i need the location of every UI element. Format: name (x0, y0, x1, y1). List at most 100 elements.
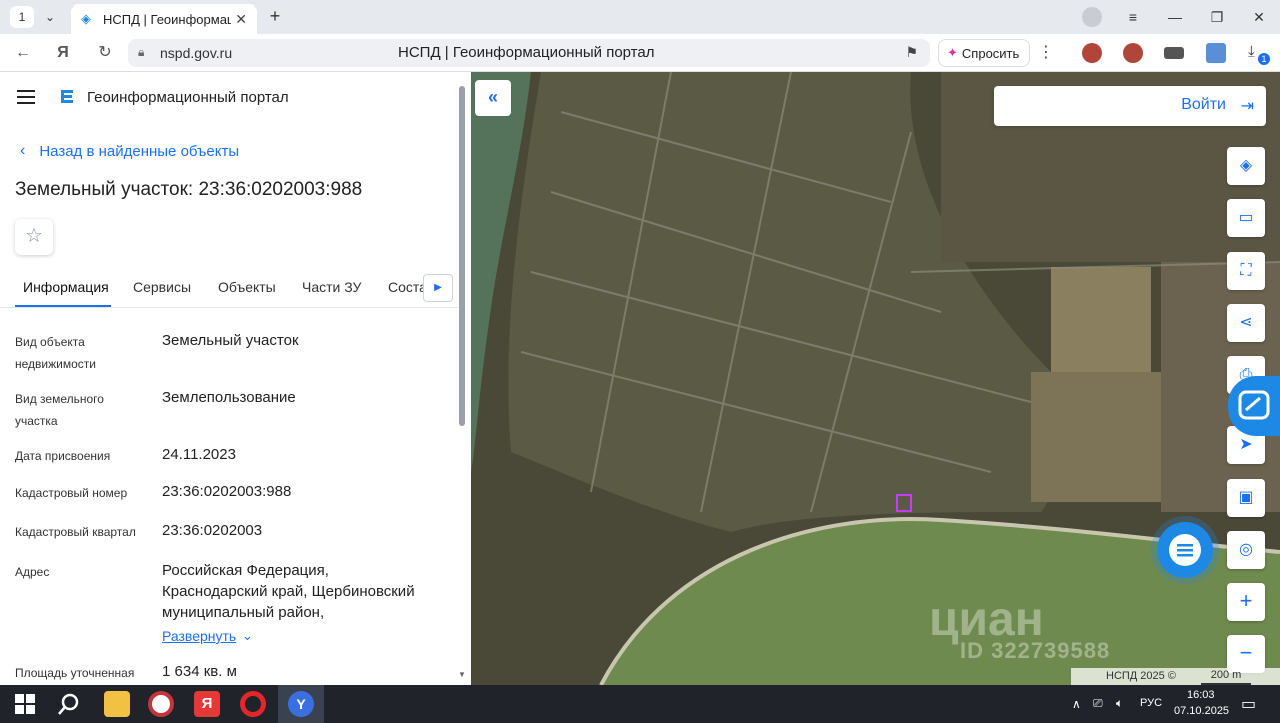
property-value: 23:36:0202003 (162, 520, 262, 541)
tab-list-button[interactable]: ⌄ (37, 6, 63, 28)
value-line: Краснодарский край, Щербиновский (162, 583, 415, 600)
hamburger-menu-icon[interactable] (17, 90, 35, 104)
restore-icon[interactable]: ❐ (1196, 9, 1238, 26)
extension-1-icon[interactable] (1082, 43, 1102, 63)
login-arrow-icon: ⇥ (1240, 98, 1254, 115)
value-line: 23:36:0202003:988 (162, 483, 292, 500)
yandex-icon[interactable]: Я (52, 42, 74, 64)
chat-icon (1169, 534, 1201, 566)
property-value: Земельный участок (162, 330, 299, 351)
yandex-app-icon[interactable]: Я (194, 691, 220, 717)
tab-composition[interactable]: Соста (388, 279, 427, 295)
opera-icon[interactable] (240, 691, 266, 717)
ruler-icon: ▭ (1238, 209, 1254, 226)
scale-bar: 200 m (1201, 668, 1251, 685)
property-value: 23:36:0202003:988 (162, 481, 291, 502)
page-title-in-url: НСПД | Геоинформационный портал (398, 44, 655, 61)
label-line: участка (15, 414, 58, 428)
extension-4-icon[interactable] (1206, 43, 1226, 63)
assistant-side-badge[interactable] (1228, 376, 1280, 436)
tab-counter[interactable]: 1 (10, 6, 34, 28)
browser-tab-strip: 1 ⌄ ◈ НСПД | Геоинформаци ✕ + ≡ — ❐ ✕ (0, 0, 1280, 34)
close-window-icon[interactable]: ✕ (1238, 9, 1280, 26)
share-button[interactable]: ⋖ (1227, 304, 1265, 342)
portal-name: Геоинформационный портал (87, 89, 289, 106)
yandex-browser-icon[interactable]: Y (288, 691, 314, 717)
satellite-map (471, 72, 1280, 685)
browser-tab-active[interactable]: ◈ НСПД | Геоинформаци ✕ (71, 4, 257, 34)
area-search-icon: ⛶ (1240, 262, 1252, 279)
network-icon[interactable]: ⎚ (1093, 696, 1103, 711)
file-explorer-icon[interactable] (104, 691, 130, 717)
tab-services[interactable]: Сервисы (133, 279, 191, 295)
favorite-star-button[interactable]: ☆ (15, 219, 53, 255)
downloads-icon[interactable]: ⤓ 1 (1248, 43, 1270, 65)
lock-icon: 🔒︎ (138, 45, 145, 59)
scroll-down-arrow-icon[interactable]: ▼ (458, 670, 466, 679)
property-label: Адрес (15, 561, 49, 583)
label-line: Вид объекта (15, 335, 85, 349)
reload-icon[interactable]: ↻ (94, 42, 116, 64)
tab-parts[interactable]: Части ЗУ (302, 279, 361, 295)
portal-logo-icon (61, 90, 73, 103)
back-arrow-icon[interactable]: ← (12, 42, 34, 64)
windows-start-icon[interactable] (12, 691, 38, 717)
label-line: Адрес (15, 565, 50, 579)
minimize-icon[interactable]: — (1154, 9, 1196, 25)
tab-information[interactable]: Информация (23, 279, 109, 295)
clock-date[interactable]: 07.10.2025 (1174, 705, 1229, 717)
chevron-down-icon[interactable]: ⌄ (242, 628, 253, 644)
tray-chevron-up-icon[interactable]: ∧ (1072, 697, 1081, 711)
collapse-sidebar-button[interactable]: « (475, 80, 511, 116)
ask-button[interactable]: ✦ Спросить (938, 39, 1030, 67)
info-sidebar: Геоинформационный портал ‹ Назад в найде… (0, 72, 470, 685)
value-line: муниципальный район, (162, 604, 325, 621)
clock-time[interactable]: 16:03 (1187, 689, 1215, 701)
attribution-text: НСПД 2025 © (1106, 670, 1176, 682)
extension-3-icon[interactable] (1164, 47, 1184, 59)
chevron-left-icon: ‹ (20, 142, 26, 159)
minimap-button[interactable]: ▣ (1227, 479, 1265, 517)
value-line: 24.11.2023 (162, 446, 236, 463)
label-line: Дата присвоения (15, 449, 111, 463)
value-line: 1 634 кв. м (162, 663, 237, 680)
property-label: Дата присвоения (15, 445, 110, 467)
nspd-favicon-icon: ◈ (81, 11, 91, 26)
profile-avatar-icon[interactable] (1082, 7, 1102, 27)
login-label: Войти (1181, 96, 1226, 113)
property-value: Российская Федерация, Краснодарский край… (162, 560, 415, 623)
search-icon[interactable] (56, 691, 82, 717)
notifications-icon[interactable]: ▭ (1241, 694, 1256, 714)
tabs-scroll-right-button[interactable]: ▶ (423, 274, 453, 302)
layers-button[interactable]: ◈ (1227, 147, 1265, 185)
close-tab-icon[interactable]: ✕ (235, 11, 247, 28)
tab-objects[interactable]: Объекты (218, 279, 276, 295)
back-to-results-link[interactable]: ‹ Назад в найденные объекты (20, 142, 239, 160)
new-tab-button[interactable]: + (264, 6, 286, 28)
expand-address-link[interactable]: Развернуть (162, 628, 236, 644)
extension-2-icon[interactable] (1123, 43, 1143, 63)
value-line: Земельный участок (162, 332, 299, 349)
bookmark-icon[interactable]: ⚑ (905, 44, 918, 61)
more-icon[interactable]: ⋮ (1038, 42, 1054, 62)
url-text: nspd.gov.ru (160, 45, 233, 61)
login-button[interactable]: Войти ⇥ (994, 86, 1266, 126)
info-tabs: Информация Сервисы Объекты Части ЗУ Сост… (0, 268, 458, 308)
browser-app-icon[interactable] (148, 691, 174, 717)
sidebar-scrollbar[interactable] (459, 86, 465, 426)
map-attribution: НСПД 2025 © 200 m (1071, 668, 1280, 685)
chat-button[interactable] (1157, 522, 1213, 578)
volume-icon[interactable]: 🔈︎ (1116, 696, 1123, 711)
zoom-in-button[interactable]: + (1227, 583, 1265, 621)
ask-label: Спросить (961, 45, 1020, 61)
input-language[interactable]: РУС (1140, 697, 1162, 709)
map-view[interactable]: « Войти ⇥ ◈ ▭ ⛶ ⋖ ⎙ ➤ ▣ ◎ + − циан ID 32… (471, 72, 1280, 685)
ruler-button[interactable]: ▭ (1227, 199, 1265, 237)
location-search-button[interactable]: ◎ (1227, 531, 1265, 569)
area-search-button[interactable]: ⛶ (1227, 252, 1265, 290)
minimap-icon: ▣ (1238, 489, 1254, 506)
label-line: Кадастровый номер (15, 486, 128, 500)
property-value: Землепользование (162, 387, 296, 408)
url-box[interactable]: 🔒︎ nspd.gov.ru НСПД | Геоинформационный … (128, 39, 930, 67)
browser-menu-icon[interactable]: ≡ (1112, 9, 1154, 25)
